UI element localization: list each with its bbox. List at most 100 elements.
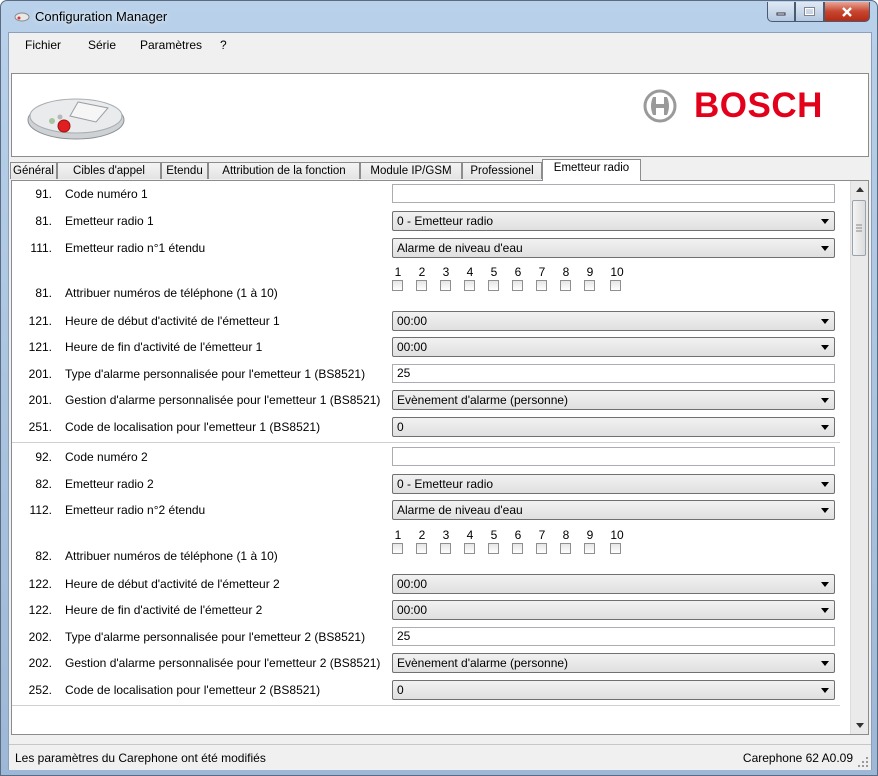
phone-3-checkbox[interactable] [440, 543, 451, 554]
heure-debut-2-select[interactable]: 00:00 [392, 574, 835, 594]
phone-number-label: 6 [514, 265, 522, 279]
param-number: 92. [35, 450, 52, 464]
chevron-down-icon [821, 219, 829, 224]
phone-2-checkbox[interactable] [416, 543, 427, 554]
group-divider [12, 442, 840, 443]
menu-help[interactable]: ? [220, 38, 227, 52]
type-alarme-2-input[interactable]: 25 [392, 627, 835, 646]
tab-etendu[interactable]: Etendu [161, 162, 208, 179]
app-icon [14, 12, 30, 22]
tab-professionel[interactable]: Professionel [462, 162, 542, 179]
param-number: 201. [28, 367, 52, 381]
phone-3-checkbox[interactable] [440, 280, 451, 291]
client-area: Fichier Série Paramètres ? BOSCH Général… [8, 32, 872, 770]
param-number: 91. [35, 187, 52, 201]
code-localisation-1-select[interactable]: 0 [392, 417, 835, 437]
phone-7-checkbox[interactable] [536, 543, 547, 554]
phone-number-label: 1 [394, 265, 402, 279]
select-value: 0 - Emetteur radio [397, 477, 494, 491]
maximize-button[interactable] [795, 2, 824, 22]
device-version: Carephone 62 A0.09 [742, 751, 853, 765]
param-number: 252. [28, 683, 52, 697]
param-label: Code numéro 2 [65, 450, 148, 464]
phone-5-checkbox[interactable] [488, 280, 499, 291]
param-number: 112. [29, 503, 52, 517]
emetteur-radio-2-select[interactable]: 0 - Emetteur radio [392, 474, 835, 494]
emetteur-radio-panel: 91. Code numéro 1 81. Emetteur radio 1 0… [11, 180, 869, 735]
close-button[interactable] [824, 2, 870, 22]
param-label: Gestion d'alarme personnalisée pour l'em… [65, 393, 381, 407]
param-number: 82. [35, 549, 52, 563]
param-number: 81. [35, 214, 52, 228]
chevron-down-icon [821, 582, 829, 587]
phone-4-checkbox[interactable] [464, 543, 475, 554]
phone-4-checkbox[interactable] [464, 280, 475, 291]
chevron-down-icon [821, 425, 829, 430]
scroll-down-button[interactable] [851, 717, 868, 734]
heure-debut-1-select[interactable]: 00:00 [392, 311, 835, 331]
param-label: Type d'alarme personnalisée pour l'emett… [65, 367, 366, 381]
code-numero-1-input[interactable] [392, 184, 835, 203]
phone-number-label: 3 [442, 265, 450, 279]
phone-1-checkbox[interactable] [392, 280, 403, 291]
phone-6-checkbox[interactable] [512, 280, 523, 291]
phone-number-label: 5 [490, 265, 498, 279]
tab-cibles-d-appel[interactable]: Cibles d'appel [57, 162, 161, 179]
phone-6-checkbox[interactable] [512, 543, 523, 554]
type-alarme-1-input[interactable]: 25 [392, 364, 835, 383]
phone-number-label: 7 [538, 528, 546, 542]
phone-9-checkbox[interactable] [584, 280, 595, 291]
title-bar[interactable]: Configuration Manager [1, 1, 877, 33]
emetteur-radio-2-etendu-select[interactable]: Alarme de niveau d'eau [392, 500, 835, 520]
param-label: Gestion d'alarme personnalisée pour l'em… [65, 656, 381, 670]
resize-grip-icon[interactable] [857, 756, 869, 768]
row-gestion-alarme-1: 201. Gestion d'alarme personnalisée pour… [12, 387, 840, 413]
param-label: Emetteur radio n°1 étendu [65, 241, 206, 255]
tab-emetteur-radio[interactable]: Emetteur radio [542, 159, 641, 181]
row-heure-debut-2: 122. Heure de début d'activité de l'émet… [12, 571, 840, 597]
param-number: 121. [28, 340, 52, 354]
phone-8-checkbox[interactable] [560, 280, 571, 291]
tab-general[interactable]: Général [10, 162, 57, 179]
phone-9-checkbox[interactable] [584, 543, 595, 554]
menu-parametres[interactable]: Paramètres [140, 38, 202, 52]
scrollbar-thumb[interactable] [852, 200, 866, 256]
chevron-down-icon [821, 482, 829, 487]
phone-1-checkbox[interactable] [392, 543, 403, 554]
tab-module-ip-gsm[interactable]: Module IP/GSM [360, 162, 462, 179]
heure-fin-1-select[interactable]: 00:00 [392, 337, 835, 357]
phone-5-checkbox[interactable] [488, 543, 499, 554]
emetteur-radio-1-select[interactable]: 0 - Emetteur radio [392, 211, 835, 231]
phone-8-checkbox[interactable] [560, 543, 571, 554]
code-numero-2-input[interactable] [392, 447, 835, 466]
param-number: 81. [35, 286, 52, 300]
row-attribuer-numeros-2: 82. Attribuer numéros de téléphone (1 à … [12, 528, 840, 568]
emetteur-radio-1-etendu-select[interactable]: Alarme de niveau d'eau [392, 238, 835, 258]
phone-10-checkbox[interactable] [610, 543, 621, 554]
minimize-button[interactable] [767, 2, 795, 22]
phone-2-checkbox[interactable] [416, 280, 427, 291]
row-attribuer-numeros-1: 81. Attribuer numéros de téléphone (1 à … [12, 265, 840, 305]
phone-10-checkbox[interactable] [610, 280, 621, 291]
menu-serie[interactable]: Série [88, 38, 116, 52]
row-heure-debut-1: 121. Heure de début d'activité de l'émet… [12, 308, 840, 334]
tab-strip: Général Cibles d'appel Etendu Attributio… [10, 159, 870, 181]
select-value: 00:00 [397, 577, 428, 591]
tab-attribution[interactable]: Attribution de la fonction [208, 162, 360, 179]
gestion-alarme-2-select[interactable]: Evènement d'alarme (personne) [392, 653, 835, 673]
scroll-up-button[interactable] [851, 181, 868, 198]
select-value: 0 - Emetteur radio [397, 214, 494, 228]
row-code-localisation-1: 251. Code de localisation pour l'emetteu… [12, 414, 840, 440]
vertical-scrollbar[interactable] [850, 181, 868, 734]
row-code-numero-1: 91. Code numéro 1 [12, 181, 840, 207]
gestion-alarme-1-select[interactable]: Evènement d'alarme (personne) [392, 390, 835, 410]
phone-number-label: 2 [418, 265, 426, 279]
heure-fin-2-select[interactable]: 00:00 [392, 600, 835, 620]
param-label: Heure de fin d'activité de l'émetteur 2 [65, 603, 263, 617]
param-label: Heure de fin d'activité de l'émetteur 1 [65, 340, 263, 354]
code-localisation-2-select[interactable]: 0 [392, 680, 835, 700]
phone-7-checkbox[interactable] [536, 280, 547, 291]
phone-number-label: 3 [442, 528, 450, 542]
param-label: Emetteur radio 1 [65, 214, 154, 228]
menu-fichier[interactable]: Fichier [25, 38, 61, 52]
